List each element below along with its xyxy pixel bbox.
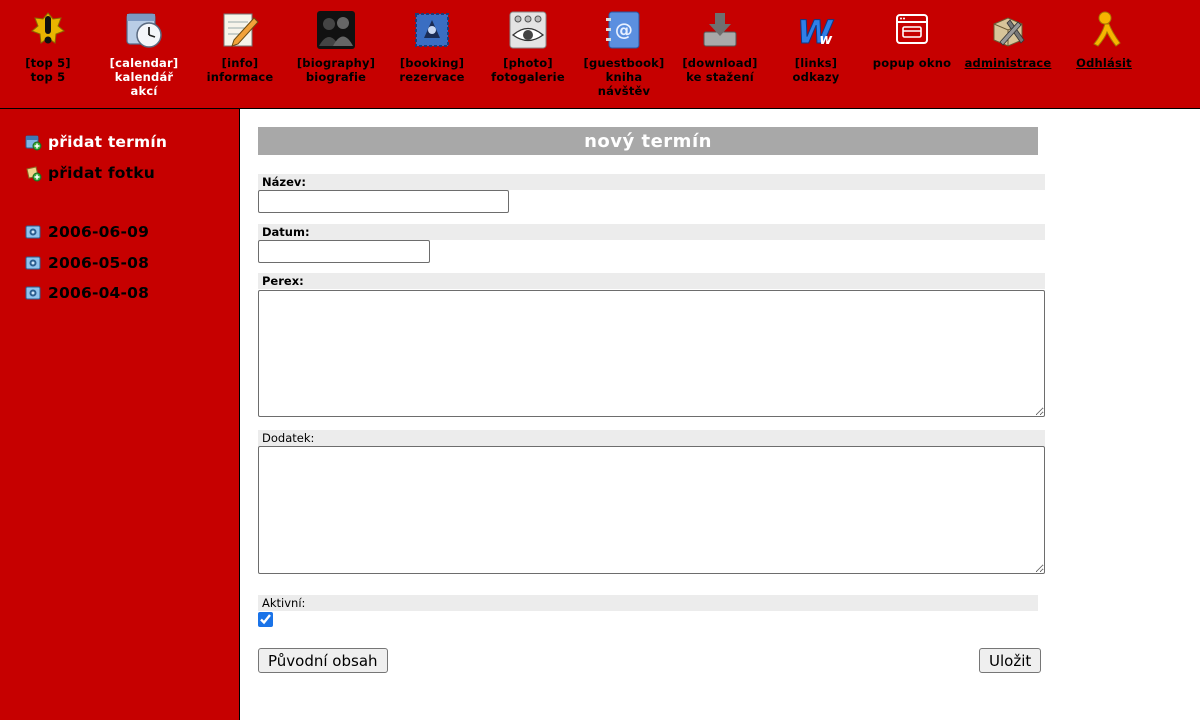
save-button[interactable]: Uložit [979,648,1042,673]
nav-item-booking[interactable]: [booking] rezervace [384,10,480,84]
nav-label-cz: fotogalerie [491,70,565,84]
form-title: nový termín [258,127,1038,155]
sidebar-date-label: 2006-06-09 [48,223,150,241]
notepad-pencil-icon [223,13,259,47]
sidebar-action-label: přidat fotku [48,164,155,182]
photo-album-icon [25,286,41,300]
nav-item-links[interactable]: W w [links] odkazy [768,10,864,85]
nav-label-cz: top 5 [30,70,66,84]
nav-label-en: [top 5] [25,56,71,70]
addendum-textarea[interactable] [258,446,1045,574]
nav-label-cz: kalendář [114,70,174,84]
nav-label-en: [guestbook] [583,56,665,70]
nav-item-top5[interactable]: [top 5] top 5 [0,10,96,84]
nav-item-guestbook[interactable]: @ [guestbook] kniha návštěv [576,10,672,98]
booking-stamp-icon [415,13,449,47]
nav-label-en: [biography] [296,56,376,70]
active-label: Aktivní: [258,595,1038,611]
sidebar-date-label: 2006-05-08 [48,254,150,272]
links-w-icon: W w [797,13,835,51]
active-checkbox[interactable] [258,612,273,627]
photo-album-icon [25,225,41,239]
perex-textarea[interactable] [258,290,1045,417]
admin-tools-icon [993,17,1025,47]
nav-label-en: [info] [221,56,259,70]
reset-content-button[interactable]: Původní obsah [258,648,388,673]
nav-item-calendar[interactable]: [calendar] kalendář akcí [96,10,192,98]
nav-item-photo[interactable]: [photo] fotogalerie [480,10,576,84]
nav-label-cz-2: akcí [130,84,158,98]
nav-label-cz-2: návštěv [597,84,651,98]
nav-label-cz: odkazy [792,70,840,84]
sidebar-date-label: 2006-04-08 [48,284,150,302]
sidebar-date-link[interactable]: 2006-05-08 [24,253,149,273]
sidebar-date-link[interactable]: 2006-06-09 [24,222,149,242]
sidebar-date-link[interactable]: 2006-04-08 [24,283,149,303]
date-input[interactable] [258,240,430,263]
nav-label-cz: biografie [305,70,367,84]
people-silhouette-icon [317,11,355,49]
nav-item-biography[interactable]: [biography] biografie [288,10,384,84]
nav-label-en: [download] [682,56,758,70]
nav-label: popup okno [872,56,952,70]
photo-eye-icon [509,11,547,49]
logout-figure-icon [1093,11,1121,47]
nav-item-info[interactable]: [info] informace [192,10,288,84]
exclamation-icon [31,12,65,44]
sidebar-add-photo-link[interactable]: přidat fotku [24,163,155,183]
download-tray-icon [703,13,737,47]
photo-album-icon [25,256,41,270]
nav-item-logout[interactable]: Odhlásit [1056,10,1152,70]
perex-label: Perex: [258,273,1045,289]
nav-label: administrace [964,56,1052,70]
sidebar-add-date-link[interactable]: přidat termín [24,132,167,152]
nav-label-en: [booking] [399,56,465,70]
sidebar [0,109,240,720]
name-input[interactable] [258,190,509,213]
svg-text:@: @ [615,20,633,41]
date-label: Datum: [258,224,1045,240]
nav-label-cz: ke stažení [686,70,754,84]
top-navigation: [top 5] top 5 [calendar] kalendář akcí [… [0,0,1200,109]
nav-item-administration[interactable]: administrace [960,10,1056,70]
name-label: Název: [258,174,1045,190]
svg-text:w: w [819,32,832,48]
nav-label-en: [calendar] [109,56,179,70]
nav-label-cz: informace [206,70,274,84]
nav-label-en: [links] [794,56,838,70]
nav-item-popup[interactable]: popup okno [864,10,960,70]
nav-label-cz: kniha [605,70,643,84]
nav-label-cz: rezervace [399,70,465,84]
address-book-icon: @ [606,11,640,49]
sidebar-action-label: přidat termín [48,133,168,151]
addendum-label: Dodatek: [258,430,1045,446]
nav-item-download[interactable]: [download] ke stažení [672,10,768,84]
calendar-clock-icon [126,13,162,48]
nav-label-en: [photo] [503,56,553,70]
add-photo-icon [26,166,42,182]
nav-label: Odhlásit [1076,56,1132,70]
popup-window-icon [896,14,928,44]
add-date-icon [25,135,42,151]
